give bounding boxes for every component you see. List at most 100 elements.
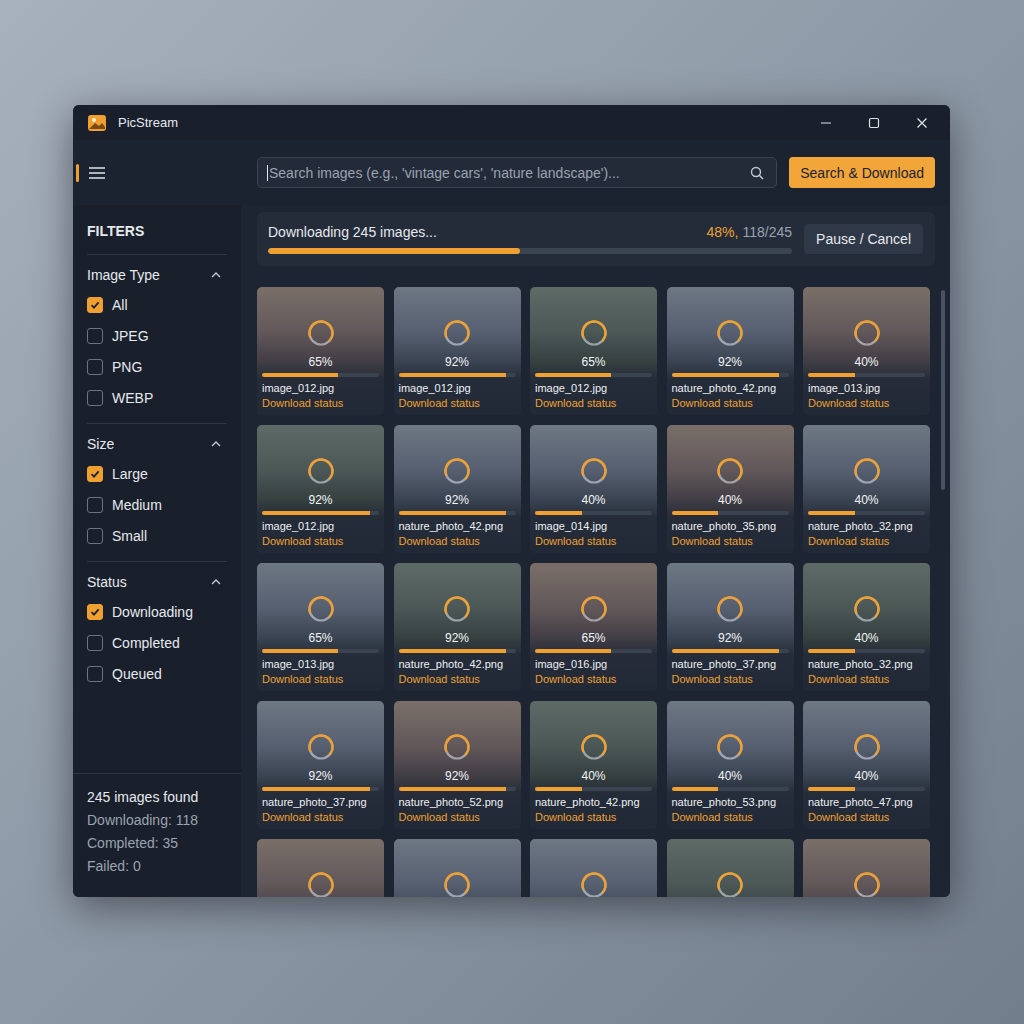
menu-accent bbox=[76, 164, 79, 182]
download-status[interactable]: Download status bbox=[399, 534, 516, 549]
filter-group-header[interactable]: Status bbox=[87, 574, 227, 590]
download-status[interactable]: Download status bbox=[672, 672, 789, 687]
download-status[interactable]: Download status bbox=[535, 396, 652, 411]
checkbox[interactable] bbox=[87, 390, 103, 406]
filter-option[interactable]: Large bbox=[87, 458, 227, 489]
maximize-button[interactable] bbox=[856, 110, 892, 136]
download-status[interactable]: Download status bbox=[808, 672, 925, 687]
minimize-button[interactable] bbox=[808, 110, 844, 136]
checkbox[interactable] bbox=[87, 497, 103, 513]
download-status[interactable]: Download status bbox=[262, 672, 379, 687]
spinner-icon bbox=[716, 457, 744, 485]
image-card[interactable]: 65% image_012.jpg Download status bbox=[530, 287, 657, 415]
image-card[interactable]: 40% nature_photo_53.png Download status bbox=[667, 701, 794, 829]
download-status[interactable]: Download status bbox=[262, 810, 379, 825]
checkbox[interactable] bbox=[87, 604, 103, 620]
filter-option[interactable]: Completed bbox=[87, 627, 227, 658]
file-name: nature_photo_42.png bbox=[399, 657, 516, 672]
pause-cancel-button[interactable]: Pause / Cancel bbox=[804, 224, 923, 254]
image-card[interactable] bbox=[803, 839, 930, 897]
filter-option[interactable]: PNG bbox=[87, 351, 227, 382]
image-card[interactable] bbox=[257, 839, 384, 897]
checkbox[interactable] bbox=[87, 635, 103, 651]
card-progress-bar bbox=[808, 787, 925, 791]
image-card[interactable]: 40% image_013.jpg Download status bbox=[803, 287, 930, 415]
spinner-icon bbox=[307, 871, 335, 897]
filter-option[interactable]: JPEG bbox=[87, 320, 227, 351]
file-name: image_016.jpg bbox=[535, 657, 652, 672]
scrollbar-thumb[interactable] bbox=[941, 290, 945, 490]
card-progress-bar bbox=[672, 373, 789, 377]
progress-panel: Downloading 245 images... 48%,118/245 Pa… bbox=[257, 212, 935, 266]
filter-option[interactable]: Queued bbox=[87, 658, 227, 689]
file-name: nature_photo_37.png bbox=[262, 795, 379, 810]
image-card[interactable]: 65% image_013.jpg Download status bbox=[257, 563, 384, 691]
file-name: nature_photo_52.png bbox=[399, 795, 516, 810]
spinner-icon bbox=[853, 595, 881, 623]
download-status[interactable]: Download status bbox=[399, 396, 516, 411]
image-card[interactable]: 40% image_014.jpg Download status bbox=[530, 425, 657, 553]
download-status[interactable]: Download status bbox=[808, 810, 925, 825]
card-progress-bar bbox=[399, 511, 516, 515]
image-card[interactable]: 92% image_012.jpg Download status bbox=[257, 425, 384, 553]
download-status[interactable]: Download status bbox=[535, 810, 652, 825]
filter-option[interactable]: All bbox=[87, 289, 227, 320]
download-status[interactable]: Download status bbox=[399, 672, 516, 687]
image-card[interactable]: 40% nature_photo_32.png Download status bbox=[803, 425, 930, 553]
filter-option[interactable]: Medium bbox=[87, 489, 227, 520]
download-status[interactable]: Download status bbox=[808, 396, 925, 411]
spinner-icon bbox=[716, 733, 744, 761]
image-card[interactable]: 40% nature_photo_47.png Download status bbox=[803, 701, 930, 829]
download-status[interactable]: Download status bbox=[672, 396, 789, 411]
download-status[interactable]: Download status bbox=[535, 534, 652, 549]
download-status[interactable]: Download status bbox=[262, 396, 379, 411]
spinner-icon bbox=[580, 595, 608, 623]
image-card[interactable]: 92% nature_photo_42.png Download status bbox=[394, 563, 521, 691]
image-card[interactable]: 40% nature_photo_32.png Download status bbox=[803, 563, 930, 691]
spinner-icon bbox=[443, 457, 471, 485]
spinner-icon bbox=[443, 319, 471, 347]
checkbox[interactable] bbox=[87, 359, 103, 375]
scrollbar[interactable] bbox=[941, 287, 945, 897]
filter-option[interactable]: Downloading bbox=[87, 596, 227, 627]
close-button[interactable] bbox=[904, 110, 940, 136]
download-status[interactable]: Download status bbox=[672, 810, 789, 825]
filter-option[interactable]: WEBP bbox=[87, 382, 227, 413]
image-card[interactable] bbox=[394, 839, 521, 897]
image-card[interactable]: 40% nature_photo_35.png Download status bbox=[667, 425, 794, 553]
image-card[interactable]: 92% nature_photo_37.png Download status bbox=[257, 701, 384, 829]
spinner-icon bbox=[443, 595, 471, 623]
card-percent: 40% bbox=[718, 769, 742, 783]
search-icon bbox=[750, 166, 764, 180]
card-percent: 92% bbox=[445, 355, 469, 369]
spinner-icon bbox=[580, 319, 608, 347]
checkbox[interactable] bbox=[87, 666, 103, 682]
filter-group-header[interactable]: Size bbox=[87, 436, 227, 452]
download-status[interactable]: Download status bbox=[399, 810, 516, 825]
image-card[interactable]: 92% nature_photo_42.png Download status bbox=[667, 287, 794, 415]
download-status[interactable]: Download status bbox=[808, 534, 925, 549]
image-card[interactable]: 40% nature_photo_42.png Download status bbox=[530, 701, 657, 829]
checkbox[interactable] bbox=[87, 528, 103, 544]
download-status[interactable]: Download status bbox=[535, 672, 652, 687]
checkbox[interactable] bbox=[87, 328, 103, 344]
checkbox[interactable] bbox=[87, 297, 103, 313]
checkbox[interactable] bbox=[87, 466, 103, 482]
filter-group-header[interactable]: Image Type bbox=[87, 267, 227, 283]
image-card[interactable] bbox=[667, 839, 794, 897]
menu-button[interactable] bbox=[83, 161, 111, 185]
filter-option[interactable]: Small bbox=[87, 520, 227, 551]
download-status[interactable]: Download status bbox=[262, 534, 379, 549]
image-card[interactable]: 65% image_016.jpg Download status bbox=[530, 563, 657, 691]
image-card[interactable]: 92% image_012.jpg Download status bbox=[394, 287, 521, 415]
download-status[interactable]: Download status bbox=[672, 534, 789, 549]
search-field[interactable]: Search images (e.g., 'vintage cars', 'na… bbox=[257, 157, 777, 188]
spinner-icon bbox=[716, 319, 744, 347]
search-download-button[interactable]: Search & Download bbox=[789, 157, 935, 188]
image-card[interactable]: 92% nature_photo_52.png Download status bbox=[394, 701, 521, 829]
image-card[interactable]: 65% image_012.jpg Download status bbox=[257, 287, 384, 415]
image-card[interactable]: 92% nature_photo_42.png Download status bbox=[394, 425, 521, 553]
image-card[interactable]: 92% nature_photo_37.png Download status bbox=[667, 563, 794, 691]
card-percent: 65% bbox=[581, 355, 605, 369]
image-card[interactable] bbox=[530, 839, 657, 897]
